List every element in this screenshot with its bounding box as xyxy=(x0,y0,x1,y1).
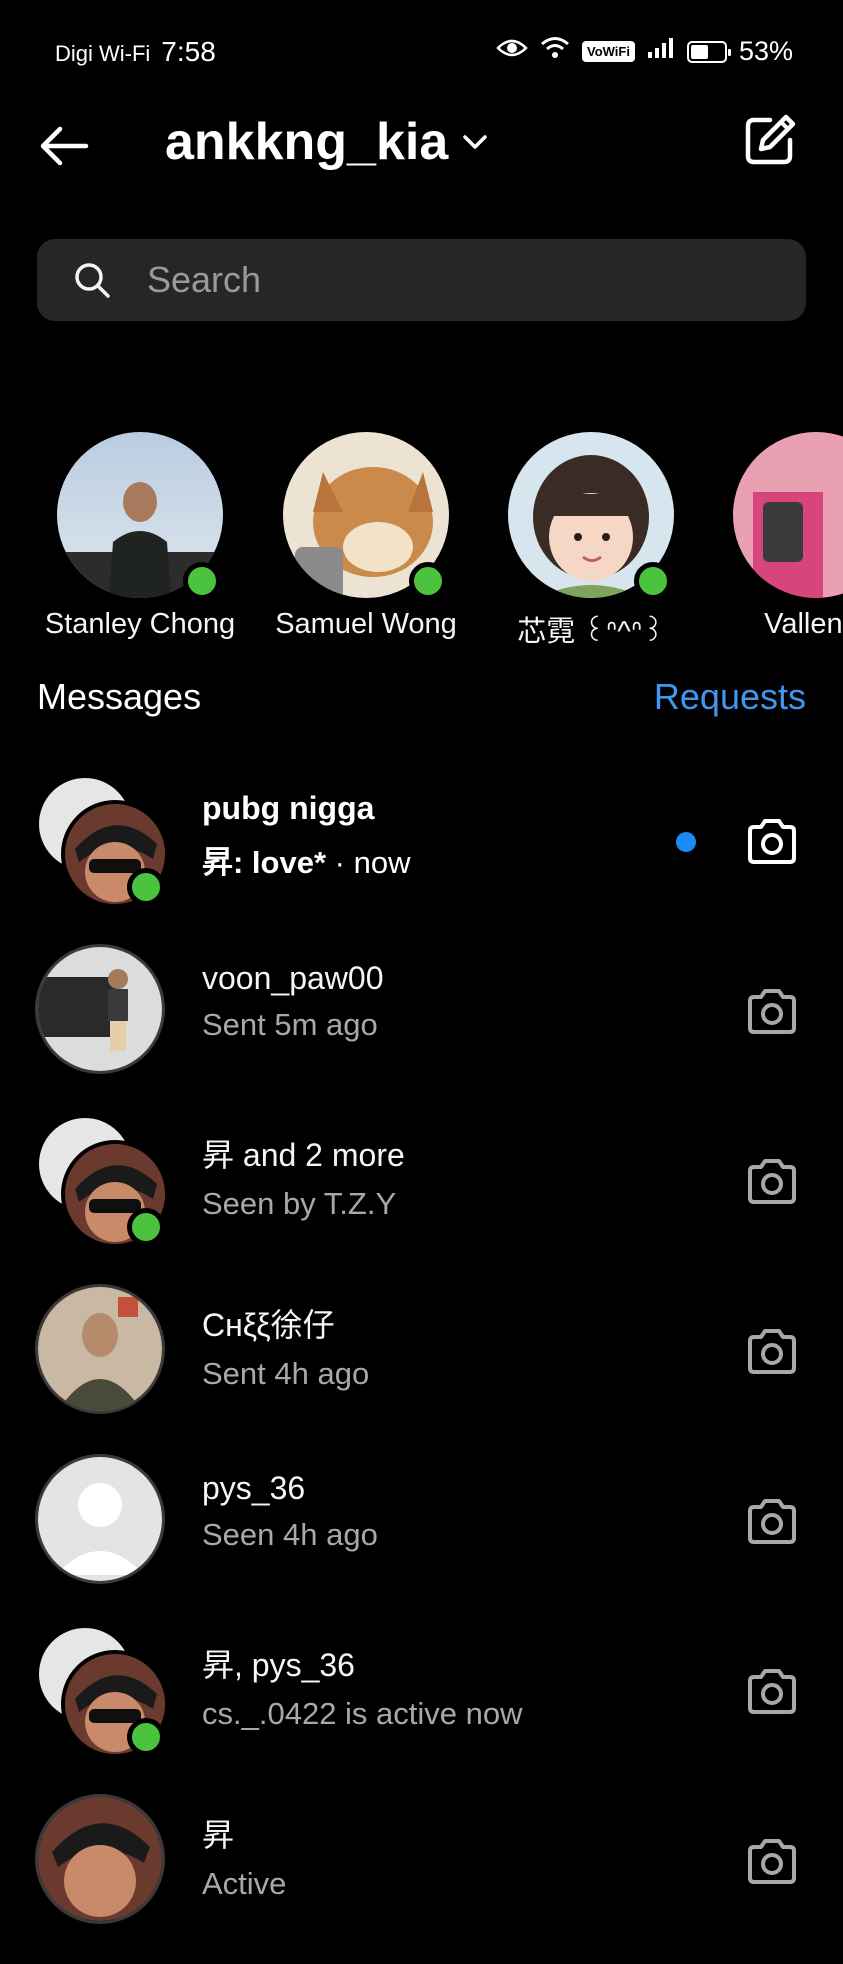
camera-icon[interactable] xyxy=(744,1494,800,1550)
online-indicator xyxy=(127,1208,165,1246)
thread-preview: Seen by T.Z.Y xyxy=(202,1186,397,1221)
thread-preview: Active xyxy=(202,1866,287,1901)
avatar xyxy=(57,432,223,600)
online-indicator xyxy=(127,868,165,906)
story-item[interactable]: Samuel Wong xyxy=(253,432,479,641)
thread-name: voon_paw00 xyxy=(202,960,384,996)
search-bar[interactable] xyxy=(37,239,806,321)
back-button[interactable] xyxy=(36,118,92,174)
avatar xyxy=(35,1794,171,1930)
online-indicator xyxy=(409,562,447,600)
new-message-button[interactable] xyxy=(742,112,798,168)
online-indicator xyxy=(634,562,672,600)
online-indicator xyxy=(127,1718,165,1756)
search-input[interactable] xyxy=(145,258,749,302)
camera-icon[interactable] xyxy=(744,984,800,1040)
thread-name: Cнξξ徐仔 xyxy=(202,1307,335,1343)
active-friends-row[interactable]: Stanley Chong Samuel Wong 芯霓 ꒰ᐢ^ᐢ꒱ Valle… xyxy=(0,432,843,652)
thread-name: 昇, pys_36 xyxy=(202,1647,355,1683)
page-title: ankkng_kia xyxy=(165,113,449,171)
avatar xyxy=(35,1284,171,1420)
carrier-label: Digi Wi-Fi xyxy=(55,41,151,66)
thread-row[interactable]: Cнξξ徐仔 Sent 4h ago xyxy=(0,1284,843,1454)
requests-link[interactable]: Requests xyxy=(654,676,806,718)
group-avatar xyxy=(35,1114,171,1250)
camera-icon[interactable] xyxy=(744,1664,800,1720)
story-name: 芯霓 ꒰ᐢ^ᐢ꒱ xyxy=(517,616,665,648)
thread-row[interactable]: pubg nigga 昇: love* · now xyxy=(0,774,843,944)
thread-row[interactable]: 昇, pys_36 cs._.0422 is active now xyxy=(0,1624,843,1794)
camera-icon[interactable] xyxy=(744,1154,800,1210)
story-item[interactable]: Vallen T xyxy=(703,432,843,641)
camera-icon[interactable] xyxy=(744,1324,800,1380)
search-icon xyxy=(75,263,110,298)
story-name: Vallen T xyxy=(764,608,843,640)
avatar xyxy=(283,432,449,600)
clock: 7:58 xyxy=(161,36,216,67)
unread-indicator xyxy=(676,832,696,852)
arrow-left-icon xyxy=(40,126,89,166)
story-name: Stanley Chong xyxy=(44,608,236,640)
camera-icon[interactable] xyxy=(744,814,800,870)
eye-icon xyxy=(496,37,528,66)
account-switcher[interactable]: ankkng_kia xyxy=(165,112,488,172)
group-avatar xyxy=(35,774,171,910)
group-avatar xyxy=(35,1624,171,1760)
online-indicator xyxy=(183,562,221,600)
signal-icon xyxy=(647,37,675,66)
thread-row[interactable]: voon_paw00 Sent 5m ago xyxy=(0,944,843,1114)
chevron-down-icon xyxy=(463,135,488,149)
vowifi-badge: VoWiFi xyxy=(581,41,635,62)
battery-icon xyxy=(686,40,731,63)
story-item[interactable]: 芯霓 ꒰ᐢ^ᐢ꒱ xyxy=(478,432,704,650)
avatar xyxy=(508,432,674,600)
thread-preview: Seen 4h ago xyxy=(202,1517,378,1552)
battery-percent: 53% xyxy=(738,36,793,66)
thread-preview: cs._.0422 is active now xyxy=(202,1696,523,1731)
status-bar: Digi Wi-Fi 7:58 VoWiFi 53% xyxy=(55,36,793,70)
story-name: Samuel Wong xyxy=(275,608,457,640)
wifi-icon xyxy=(540,36,570,67)
thread-row[interactable]: pys_36 Seen 4h ago xyxy=(0,1454,843,1624)
thread-time: now xyxy=(353,845,411,880)
compose-icon xyxy=(745,114,796,165)
thread-preview: 昇: love* xyxy=(202,845,327,880)
avatar xyxy=(35,1454,171,1590)
thread-name: pubg nigga xyxy=(202,790,375,826)
thread-name: 昇 and 2 more xyxy=(202,1137,405,1173)
avatar xyxy=(733,432,843,598)
messages-heading: Messages xyxy=(37,676,202,717)
thread-name: 昇 xyxy=(202,1817,235,1853)
avatar xyxy=(35,944,171,1080)
story-item[interactable]: Stanley Chong xyxy=(27,432,253,641)
thread-preview: Sent 4h ago xyxy=(202,1356,370,1391)
camera-icon[interactable] xyxy=(744,1834,800,1890)
thread-row[interactable]: 昇 and 2 more Seen by T.Z.Y xyxy=(0,1114,843,1284)
thread-name: pys_36 xyxy=(202,1470,306,1506)
thread-preview: Sent 5m ago xyxy=(202,1007,378,1042)
thread-row[interactable]: 昇 Active xyxy=(0,1794,843,1964)
